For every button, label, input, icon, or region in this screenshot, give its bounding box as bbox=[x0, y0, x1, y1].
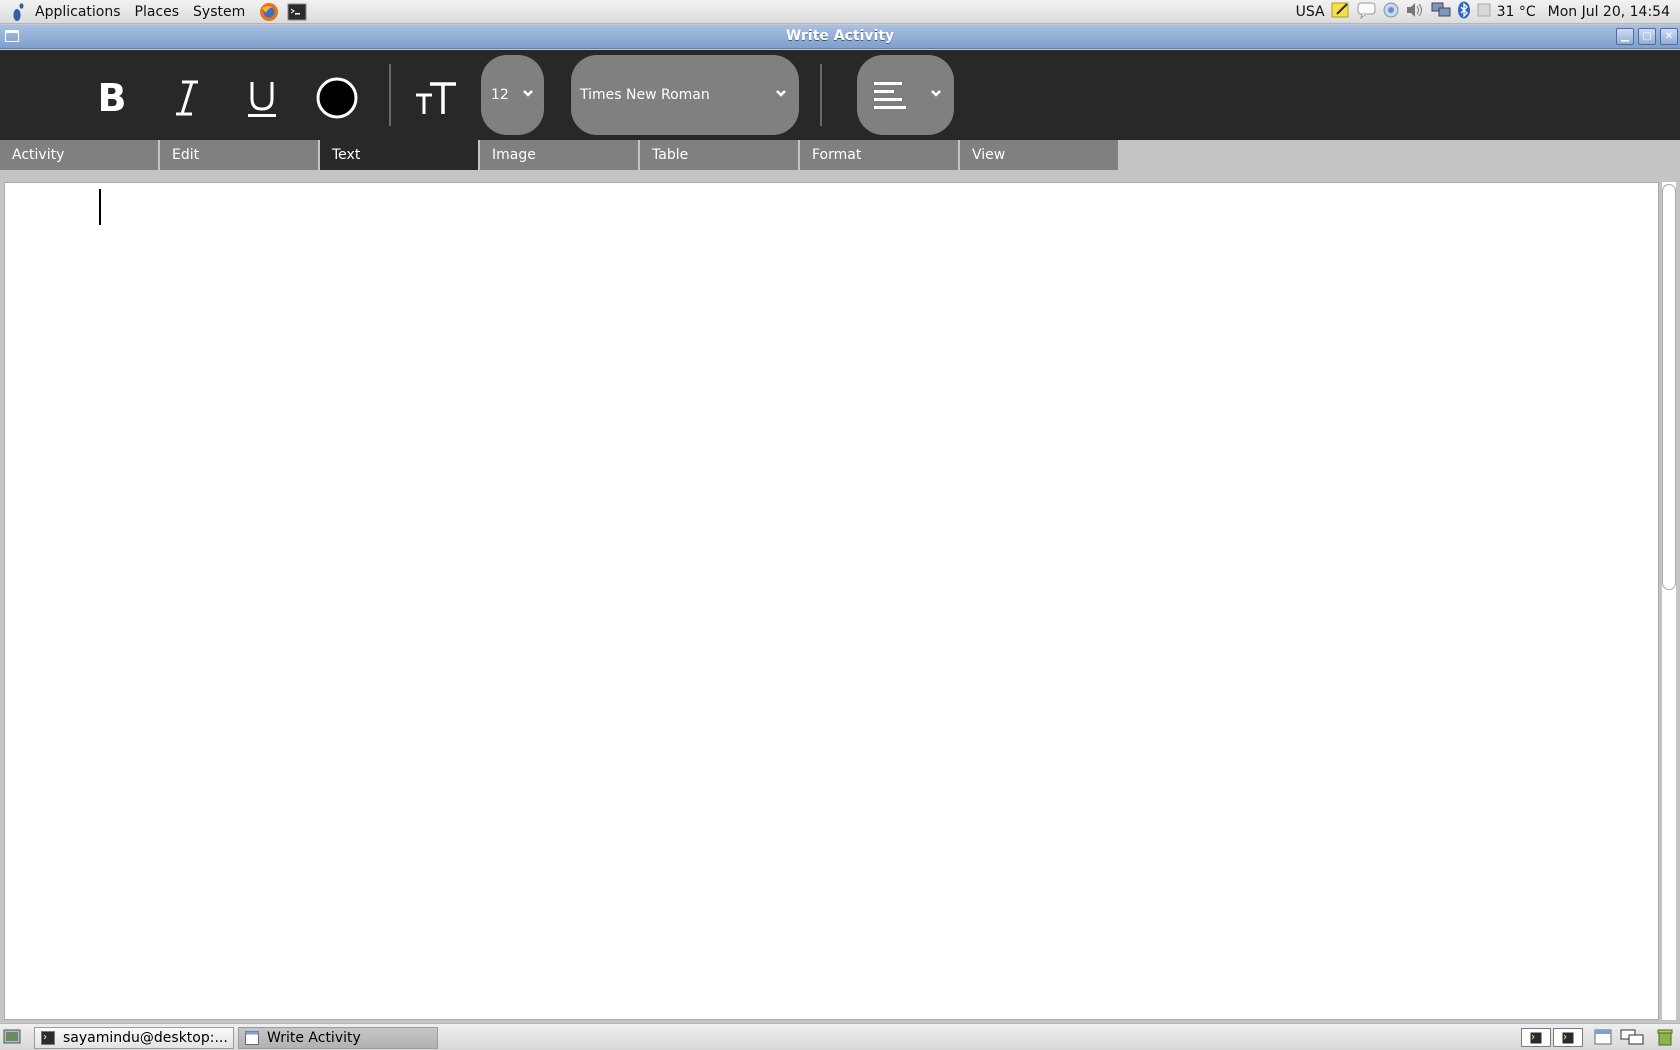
font-family-combo[interactable]: Times New Roman bbox=[571, 55, 799, 135]
toolbar-separator bbox=[820, 64, 822, 126]
font-family-value: Times New Roman bbox=[580, 87, 710, 103]
taskbar-item-label: Write Activity bbox=[267, 1030, 361, 1046]
window-title: Write Activity bbox=[785, 28, 895, 44]
document-frame bbox=[0, 176, 1680, 1022]
toolbar-tabs: Activity Edit Text Image Table Format Vi… bbox=[0, 140, 1680, 176]
maximize-icon: ▢ bbox=[1642, 31, 1652, 42]
workspace-switcher-icon[interactable] bbox=[1618, 1028, 1646, 1047]
network-wired-icon[interactable] bbox=[1431, 1, 1451, 23]
system-tray: USA 31 °C Mon Jul 20, 14:54 bbox=[1296, 0, 1680, 24]
scrollbar-thumb[interactable] bbox=[1662, 184, 1676, 590]
document-editor[interactable] bbox=[4, 182, 1659, 1020]
underline-button[interactable] bbox=[234, 70, 290, 126]
minimize-button[interactable]: ▁ bbox=[1616, 28, 1634, 45]
trash-icon[interactable] bbox=[1654, 1028, 1676, 1047]
window-icon bbox=[245, 1031, 259, 1045]
tab-view[interactable]: View bbox=[960, 140, 1118, 170]
tab-edit[interactable]: Edit bbox=[160, 140, 318, 170]
applications-menu[interactable]: Applications bbox=[28, 1, 128, 23]
tab-image[interactable]: Image bbox=[480, 140, 638, 170]
underline-icon bbox=[248, 82, 276, 117]
tab-table[interactable]: Table bbox=[640, 140, 798, 170]
show-desktop-icon[interactable] bbox=[3, 1028, 21, 1050]
network-globe-icon[interactable] bbox=[1383, 2, 1399, 22]
chat-icon[interactable] bbox=[1357, 1, 1377, 23]
text-cursor bbox=[99, 189, 101, 225]
workspace-2[interactable] bbox=[1553, 1028, 1583, 1047]
places-menu[interactable]: Places bbox=[128, 1, 187, 23]
svg-text:B: B bbox=[98, 78, 127, 118]
italic-button[interactable] bbox=[159, 70, 215, 126]
tab-text[interactable]: Text bbox=[320, 140, 478, 170]
terminal-icon bbox=[41, 1031, 55, 1045]
bold-button[interactable]: B bbox=[84, 70, 140, 126]
tab-format[interactable]: Format bbox=[800, 140, 958, 170]
tab-activity[interactable]: Activity bbox=[0, 140, 158, 170]
text-size-button[interactable] bbox=[408, 70, 464, 126]
text-color-icon bbox=[316, 77, 358, 119]
close-button[interactable]: ✕ bbox=[1660, 28, 1678, 45]
taskbar-item-label: sayamindu@desktop:... bbox=[63, 1030, 228, 1046]
taskbar-item-terminal[interactable]: sayamindu@desktop:... bbox=[34, 1027, 234, 1049]
firefox-icon[interactable] bbox=[258, 1, 280, 23]
text-size-icon bbox=[416, 82, 456, 114]
chevron-down-icon bbox=[523, 90, 533, 97]
volume-icon[interactable] bbox=[1405, 1, 1425, 23]
toolbar-separator bbox=[389, 64, 391, 126]
text-color-button[interactable] bbox=[309, 70, 365, 126]
font-size-value: 12 bbox=[491, 87, 509, 103]
font-size-combo[interactable]: 12 bbox=[481, 55, 544, 135]
alignment-icon bbox=[874, 82, 906, 109]
workspace-1[interactable] bbox=[1521, 1028, 1551, 1047]
terminal-icon[interactable] bbox=[286, 1, 308, 23]
temperature[interactable]: 31 °C bbox=[1497, 4, 1536, 20]
system-menu[interactable]: System bbox=[186, 1, 252, 23]
terminal-icon bbox=[1562, 1032, 1574, 1044]
minimize-icon: ▁ bbox=[1621, 31, 1629, 42]
terminal-icon bbox=[1530, 1032, 1542, 1044]
gnome-foot-icon[interactable] bbox=[8, 1, 28, 23]
maximize-button[interactable]: ▢ bbox=[1638, 28, 1656, 45]
keyboard-layout[interactable]: USA bbox=[1296, 4, 1325, 20]
weather-icon[interactable] bbox=[1477, 3, 1491, 21]
top-panel: Applications Places System USA 31 °C Mon… bbox=[0, 0, 1680, 24]
italic-icon bbox=[176, 80, 198, 116]
bold-icon: B bbox=[98, 78, 127, 118]
bottom-panel: sayamindu@desktop:... Write Activity bbox=[0, 1023, 1680, 1050]
bluetooth-icon[interactable] bbox=[1457, 1, 1471, 23]
chevron-down-icon bbox=[776, 90, 786, 97]
window-titlebar[interactable]: Write Activity ▁ ▢ ✕ bbox=[0, 25, 1680, 49]
toolbar: B 12 Times New Roman bbox=[0, 50, 1680, 140]
chevron-down-icon bbox=[931, 90, 941, 97]
window-list-icon[interactable] bbox=[1592, 1028, 1614, 1047]
close-icon: ✕ bbox=[1664, 31, 1674, 42]
clock[interactable]: Mon Jul 20, 14:54 bbox=[1548, 4, 1670, 20]
notes-icon[interactable] bbox=[1331, 1, 1351, 23]
taskbar-item-write-activity[interactable]: Write Activity bbox=[238, 1027, 438, 1049]
alignment-combo[interactable] bbox=[857, 55, 954, 135]
